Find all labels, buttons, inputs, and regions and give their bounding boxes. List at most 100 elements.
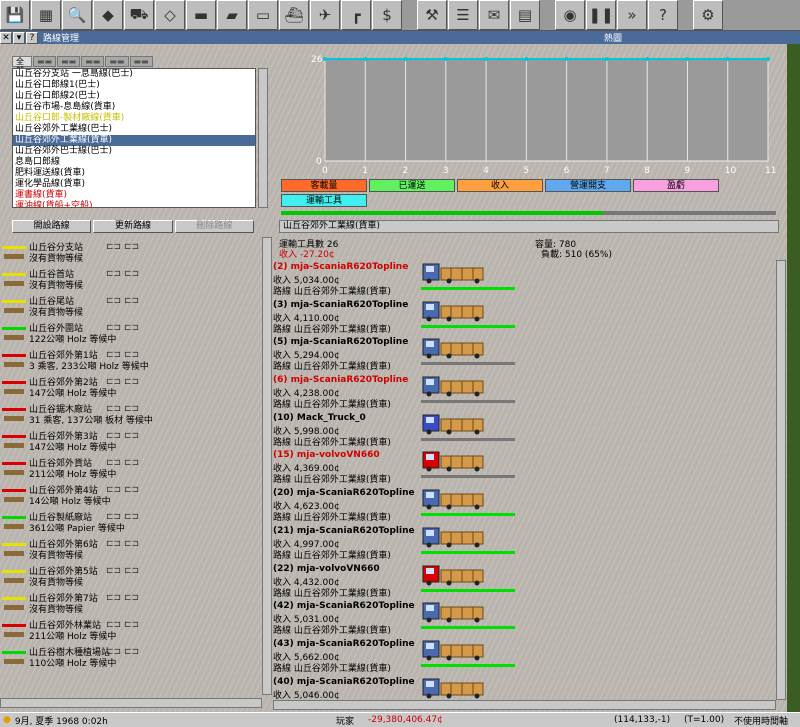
rail-icon[interactable]: ⛟: [124, 0, 154, 30]
station-color-bar: [2, 246, 26, 249]
station-row[interactable]: 山丘谷郊外第2站 147公噸 Holz 等候中 ⊏⊐ ⊏⊐: [0, 372, 265, 399]
vehicle-name: (2) mja-ScaniaR620Topline: [273, 262, 409, 272]
station-row[interactable]: 山丘谷郊外林業站 211公噸 Holz 等候中 ⊏⊐ ⊏⊐: [0, 615, 265, 642]
line-list-item[interactable]: 山丘谷口郎-製材廠線(貨車): [13, 113, 255, 124]
station-row[interactable]: 山丘谷郊外第4站 14公噸 Holz 等候中 ⊏⊐ ⊏⊐: [0, 480, 265, 507]
update-line-button[interactable]: 更新路線: [93, 220, 173, 233]
line-list-item[interactable]: 山丘谷郊外工業線(巴士): [13, 124, 255, 135]
money-icon[interactable]: $: [372, 0, 402, 30]
station-row[interactable]: 山丘谷郊外貨站 211公噸 Holz 等候中 ⊏⊐ ⊏⊐: [0, 453, 265, 480]
bus-icon[interactable]: ▭: [248, 0, 278, 30]
delete-line-button[interactable]: 刪除路線: [174, 220, 254, 233]
line-list[interactable]: 山丘谷分支站 一息島線(巴士) 山丘谷口郎線1(巴士) 山丘谷口郎線2(巴士) 山丘谷…: [12, 68, 256, 208]
heatmap-tab[interactable]: 熱圖: [604, 31, 622, 44]
vehicle-row[interactable]: (21) mja-ScaniaR620Topline 收入 4,997.00¢ …: [273, 524, 781, 562]
line-list-item[interactable]: 肥料運送線(貨車): [13, 168, 255, 179]
line-list-item[interactable]: 山丘谷口郎線2(巴士): [13, 91, 255, 102]
window-titlebar[interactable]: ✕ ▾ ? 路線管理 熱圖: [0, 31, 800, 44]
vehicle-list-scrollbar[interactable]: [776, 260, 786, 700]
station-row[interactable]: 山丘谷外圍站 122公噸 Holz 等候中 ⊏⊐ ⊏⊐: [0, 318, 265, 345]
line-list-item[interactable]: 山丘谷郊外工業線(貨車): [13, 135, 255, 146]
freight-icon: [4, 335, 24, 340]
line-list-item[interactable]: 山丘谷口郎線1(巴士): [13, 80, 255, 91]
tab-all[interactable]: 全部: [12, 56, 32, 75]
station-color-bar: [2, 516, 26, 519]
minimap-icon[interactable]: ▦: [31, 0, 61, 30]
list-icon[interactable]: ☰: [448, 0, 478, 30]
help-icon[interactable]: ?: [648, 0, 678, 30]
line-list-item[interactable]: 息島口郎線: [13, 157, 255, 168]
vehicle-row[interactable]: (43) mja-ScaniaR620Topline 收入 5,662.00¢ …: [273, 637, 781, 675]
line-list-item[interactable]: 運油線(貨船+空船): [13, 201, 255, 207]
vehicle-load-bar: [421, 588, 515, 592]
station-row[interactable]: 山丘谷郊外第6站 沒有貨物等候 ⊏⊐ ⊏⊐: [0, 534, 265, 561]
vehicle-row[interactable]: (15) mja-volvoVN660 收入 4,369.00¢ 路線 山丘谷郊…: [273, 448, 781, 486]
line-list-item[interactable]: 運書線(貨車): [13, 190, 255, 201]
vehicle-row[interactable]: (20) mja-ScaniaR620Topline 收入 4,623.00¢ …: [273, 486, 781, 524]
monorail-icon[interactable]: ◇: [155, 0, 185, 30]
station-row[interactable]: 山丘谷製紙廠站 361公噸 Papier 等候中 ⊏⊐ ⊏⊐: [0, 507, 265, 534]
message-icon[interactable]: ▤: [510, 0, 540, 30]
station-row[interactable]: 山丘谷尾站 沒有貨物等候 ⊏⊐ ⊏⊐: [0, 291, 265, 318]
tab-rail-icon[interactable]: ▬▬: [33, 56, 57, 67]
close-icon[interactable]: ✕: [0, 31, 12, 44]
ship-icon[interactable]: ⛴: [279, 0, 309, 30]
bus-stop-icon: ⊏⊐ ⊏⊐: [106, 566, 140, 576]
station-row[interactable]: 山丘谷鋸木廠站 31 乘客, 137公噸 板材 等候中 ⊏⊐ ⊏⊐: [0, 399, 265, 426]
tram-icon[interactable]: ▰: [217, 0, 247, 30]
station-row[interactable]: 山丘谷樹木種植場站 110公噸 Holz 等候中 ⊏⊐ ⊏⊐: [0, 642, 265, 669]
station-row[interactable]: 山丘谷郊外第5站 沒有貨物等候 ⊏⊐ ⊏⊐: [0, 561, 265, 588]
help-small-icon[interactable]: ?: [26, 31, 38, 44]
vehicle-row[interactable]: (5) mja-ScaniaR620Topline 收入 5,294.00¢ 路…: [273, 335, 781, 373]
tab-plane-icon[interactable]: ▬▬: [129, 56, 153, 67]
vehicle-row[interactable]: (10) Mack_Truck_0 收入 5,998.00¢ 路線 山丘谷郊外工…: [273, 411, 781, 449]
search-icon[interactable]: 🔍: [62, 0, 92, 30]
tab-tram-icon[interactable]: ▬▬: [57, 56, 81, 67]
legend-button[interactable]: 已運送: [369, 179, 455, 192]
camera-icon[interactable]: ◉: [555, 0, 585, 30]
truck-icon: [422, 301, 484, 322]
station-row[interactable]: 山丘谷首站 沒有貨物等候 ⊏⊐ ⊏⊐: [0, 264, 265, 291]
minimize-icon[interactable]: ▾: [13, 31, 25, 44]
chart-x-tick: 10: [725, 166, 737, 176]
station-row[interactable]: 山丘谷郊外第1站 3 乘客, 233公噸 Holz 等候中 ⊏⊐ ⊏⊐: [0, 345, 265, 372]
tab-ship-icon[interactable]: ▬▬: [105, 56, 129, 67]
station-row[interactable]: 山丘谷分支站 沒有貨物等候 ⊏⊐ ⊏⊐: [0, 237, 265, 264]
station-row[interactable]: 山丘谷郊外第3站 147公噸 Holz 等候中 ⊏⊐ ⊏⊐: [0, 426, 265, 453]
train-icon[interactable]: ▬: [186, 0, 216, 30]
line-list-item[interactable]: 運化學品線(貨車): [13, 179, 255, 190]
bus-stop-icon: ⊏⊐ ⊏⊐: [106, 485, 140, 495]
plane-icon[interactable]: ✈: [310, 0, 340, 30]
line-list-item[interactable]: 山丘谷分支站 一息島線(巴士): [13, 69, 255, 80]
tools-icon[interactable]: ⚒: [417, 0, 447, 30]
mailbox-icon[interactable]: ✉: [479, 0, 509, 30]
open-line-button[interactable]: 開設路線: [12, 220, 92, 233]
vehicle-line: 路線 山丘谷郊外工業線(貨車): [273, 626, 391, 637]
legend-button[interactable]: 客載量: [281, 179, 367, 192]
vehicle-hscrollbar[interactable]: [273, 700, 776, 710]
vehicle-row[interactable]: (22) mja-volvoVN660 收入 4,432.00¢ 路線 山丘谷郊…: [273, 562, 781, 600]
legend-button[interactable]: 盈虧: [633, 179, 719, 192]
legend-button[interactable]: 運輸工具: [281, 194, 367, 207]
vehicle-row[interactable]: (2) mja-ScaniaR620Topline 收入 5,034.00¢ 路…: [273, 260, 781, 298]
terrain-icon[interactable]: ◆: [93, 0, 123, 30]
station-hscrollbar[interactable]: [0, 698, 262, 708]
line-list-item[interactable]: 山丘谷市場-息島線(貨車): [13, 102, 255, 113]
pause-icon[interactable]: ❚❚: [586, 0, 616, 30]
line-list-item[interactable]: 山丘谷郊外巴士線(巴士): [13, 146, 255, 157]
vehicle-row[interactable]: (42) mja-ScaniaR620Topline 收入 5,031.00¢ …: [273, 599, 781, 637]
station-row[interactable]: 山丘谷郊外第7站 沒有貨物等候 ⊏⊐ ⊏⊐: [0, 588, 265, 615]
settings-icon[interactable]: ⚙: [693, 0, 723, 30]
line-list-scrollbar[interactable]: [258, 68, 268, 208]
legend-button[interactable]: 營運開支: [545, 179, 631, 192]
crane-icon[interactable]: ┏: [341, 0, 371, 30]
legend-button[interactable]: 收入: [457, 179, 543, 192]
vehicle-row[interactable]: (3) mja-ScaniaR620Topline 收入 4,110.00¢ 路…: [273, 298, 781, 336]
save-icon[interactable]: 💾: [0, 0, 30, 30]
tab-truck-icon[interactable]: ▬▬: [81, 56, 105, 67]
bus-stop-icon: ⊏⊐ ⊏⊐: [106, 647, 140, 657]
vehicle-row[interactable]: (6) mja-ScaniaR620Topline 收入 4,238.00¢ 路…: [273, 373, 781, 411]
fast-forward-icon[interactable]: »: [617, 0, 647, 30]
freight-icon: [4, 497, 24, 502]
station-list-scrollbar[interactable]: [262, 237, 272, 695]
